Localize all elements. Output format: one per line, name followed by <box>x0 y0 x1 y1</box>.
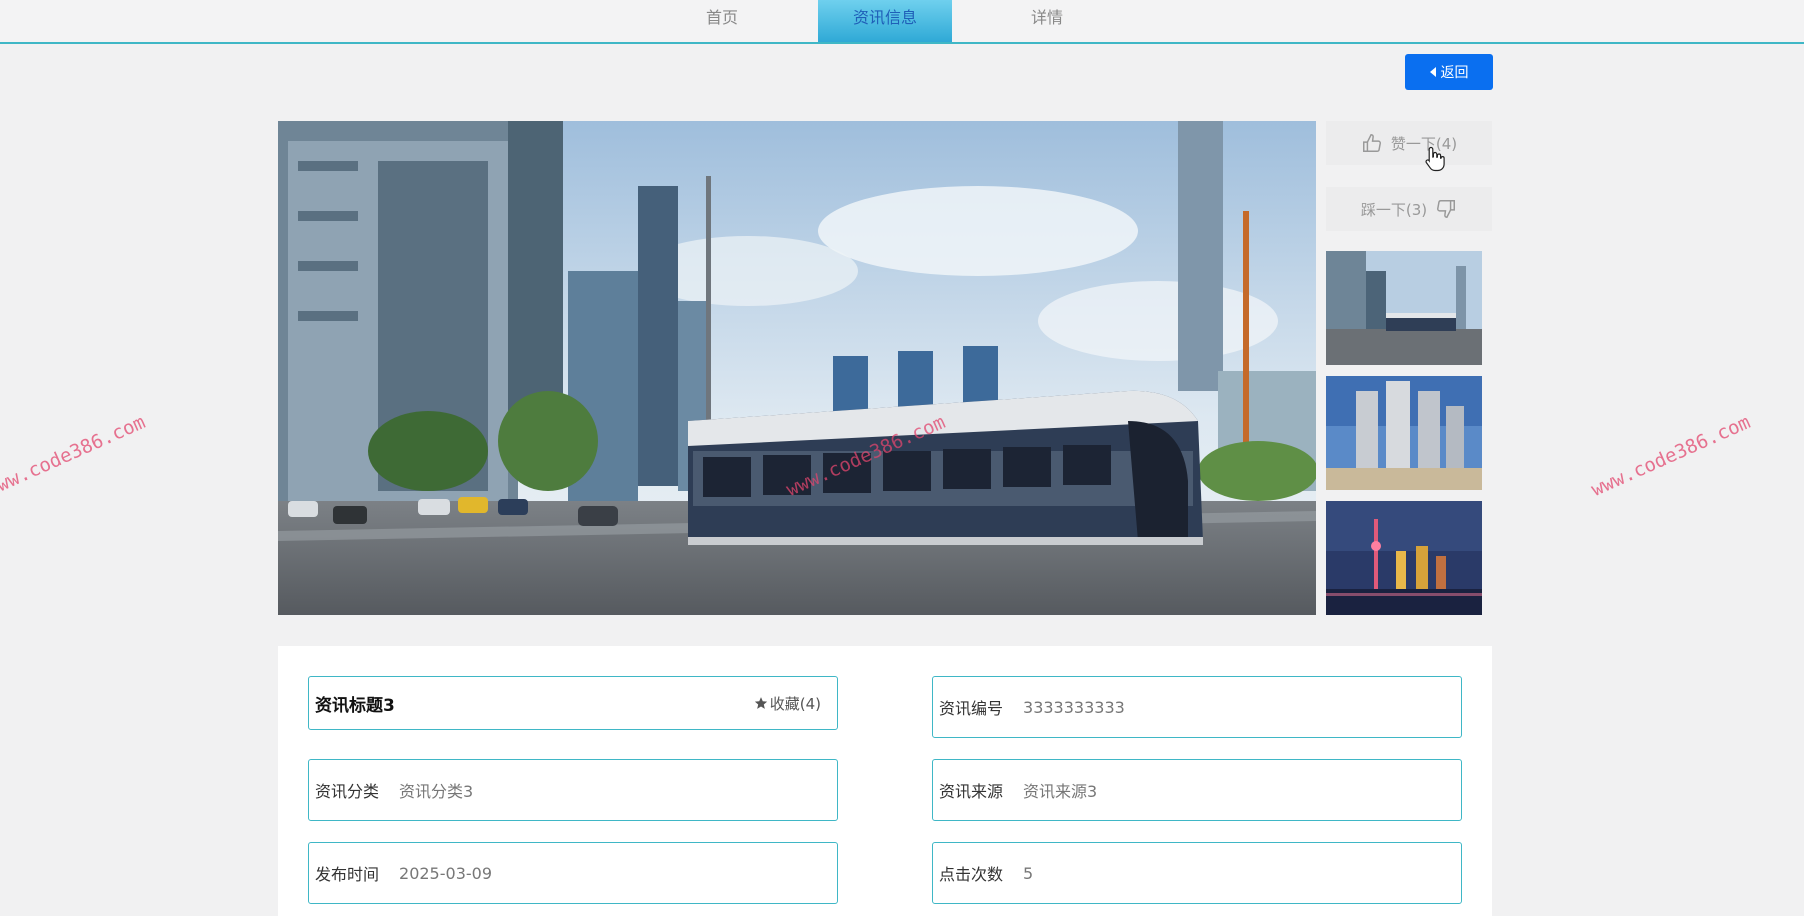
nav-news[interactable]: 资讯信息 <box>818 0 952 42</box>
news-id-field: 资讯编号 3333333333 <box>932 676 1462 738</box>
field-value: 3333333333 <box>1023 697 1125 717</box>
star-icon <box>754 697 767 709</box>
nav-detail[interactable]: 详情 <box>980 0 1114 42</box>
back-button[interactable]: 返回 <box>1405 54 1493 90</box>
watermark-left: www.code386.com <box>0 411 149 501</box>
source-field: 资讯来源 资讯来源3 <box>932 759 1462 821</box>
thumbs-down-icon <box>1437 200 1456 218</box>
thumbnail-city-tram[interactable] <box>1326 251 1482 365</box>
news-title: 资讯标题3 <box>315 695 395 716</box>
field-value: 5 <box>1023 863 1034 883</box>
field-label: 点击次数 <box>939 865 1004 884</box>
back-button-label: 返回 <box>1440 65 1469 81</box>
field-value: 2025-03-09 <box>399 863 492 883</box>
dislike-button[interactable]: 踩一下(3) <box>1326 187 1492 231</box>
watermark-right: www.code386.com <box>1587 411 1754 501</box>
field-value: 资讯分类3 <box>399 782 474 801</box>
thumbnail-highrise[interactable] <box>1326 376 1482 490</box>
dislike-count-label: 踩一下(3) <box>1360 200 1428 219</box>
thumbnail-night-skyline[interactable] <box>1326 501 1482 615</box>
title-field: 资讯标题3 收藏(4) <box>308 676 838 730</box>
category-field: 资讯分类 资讯分类3 <box>308 759 838 821</box>
thumbs-up-icon <box>1362 134 1381 152</box>
like-count-label: 赞一下(4) <box>1390 134 1458 153</box>
field-label: 资讯来源 <box>939 782 1004 801</box>
field-value: 资讯来源3 <box>1023 782 1098 801</box>
field-label: 发布时间 <box>315 865 380 884</box>
favorite-count-label: 收藏(4) <box>769 694 821 713</box>
favorite-button[interactable]: 收藏(4) <box>754 677 821 729</box>
top-nav: 首页 资讯信息 详情 <box>0 0 1804 44</box>
info-panel: 资讯标题3 收藏(4) 资讯编号 3333333333 资讯分类 资讯分类3 资… <box>278 646 1492 916</box>
caret-left-icon <box>1429 67 1436 77</box>
click-count-field: 点击次数 5 <box>932 842 1462 904</box>
publish-time-field: 发布时间 2025-03-09 <box>308 842 838 904</box>
main-image <box>278 121 1316 615</box>
like-button[interactable]: 赞一下(4) <box>1326 121 1492 165</box>
nav-home[interactable]: 首页 <box>655 0 789 42</box>
field-label: 资讯编号 <box>939 699 1004 718</box>
field-label: 资讯分类 <box>315 782 380 801</box>
hand-cursor-icon <box>1425 146 1445 172</box>
